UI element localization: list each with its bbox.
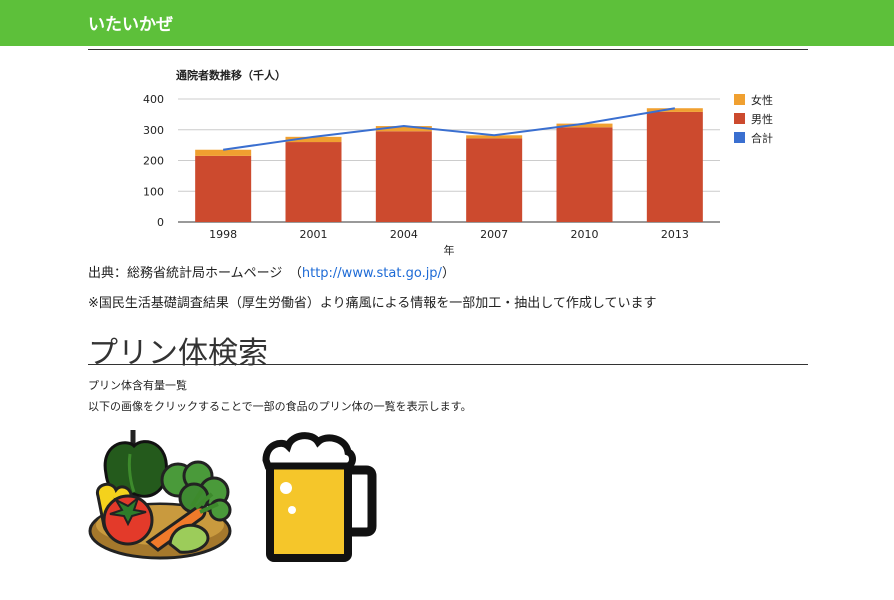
y-tick-label: 300	[143, 124, 164, 137]
x-tick-label: 2013	[661, 228, 689, 241]
top-bar: いたいかぜ	[0, 0, 894, 46]
x-tick-label: 2007	[480, 228, 508, 241]
x-tick-label: 1998	[209, 228, 237, 241]
source-close: ）	[441, 266, 455, 281]
legend-swatch	[734, 113, 745, 124]
bar-男性	[375, 131, 432, 222]
vegetables-image-button[interactable]	[86, 424, 236, 564]
section-description: 以下の画像をクリックすることで一部の食品のプリン体の一覧を表示します。	[88, 400, 472, 413]
legend-swatch	[734, 132, 745, 143]
y-tick-label: 400	[143, 93, 164, 106]
legend-label: 男性	[751, 112, 773, 126]
x-tick-label: 2001	[300, 228, 328, 241]
bar-男性	[466, 138, 523, 222]
header-divider	[88, 49, 808, 50]
data-note: ※国民生活基礎調査結果（厚生労働省）より痛風による情報を一部加工・抽出して作成し…	[88, 296, 657, 311]
bar-男性	[285, 142, 342, 222]
bar-男性	[195, 155, 252, 222]
bar-女性	[195, 149, 252, 156]
section-subtitle: プリン体含有量一覧	[88, 379, 187, 392]
section-title: プリン体検索	[88, 336, 268, 371]
x-tick-label: 2004	[390, 228, 418, 241]
legend-label: 女性	[751, 93, 773, 107]
y-tick-label: 0	[157, 216, 164, 229]
chart-title: 通院者数推移（千人）	[176, 69, 286, 82]
beer-mug-icon	[262, 432, 377, 562]
source-label: 出典：総務省統計局ホームページ （	[88, 266, 302, 281]
source-line: 出典：総務省統計局ホームページ （http://www.stat.go.jp/）	[88, 262, 455, 281]
app-title: いたいかぜ	[88, 15, 173, 35]
y-tick-label: 100	[143, 185, 164, 198]
legend-label: 合計	[751, 131, 773, 145]
legend-swatch	[734, 94, 745, 105]
vegetables-icon	[88, 430, 232, 560]
x-axis-label: 年	[444, 243, 455, 257]
section-divider	[88, 364, 808, 365]
source-link[interactable]: http://www.stat.go.jp/	[302, 266, 442, 281]
beer-image-button[interactable]	[262, 430, 378, 564]
bar-男性	[646, 111, 703, 222]
visitors-chart: 通院者数推移（千人） 0 100 200 300 400 1998 2001 2004 2007…	[88, 66, 808, 260]
chart-svg: 0 100 200 300 400 1998 2001 2004 2007 2010 2013 年 女…	[143, 93, 773, 257]
bar-男性	[556, 127, 613, 222]
y-tick-label: 200	[143, 155, 164, 168]
x-tick-label: 2010	[571, 228, 599, 241]
